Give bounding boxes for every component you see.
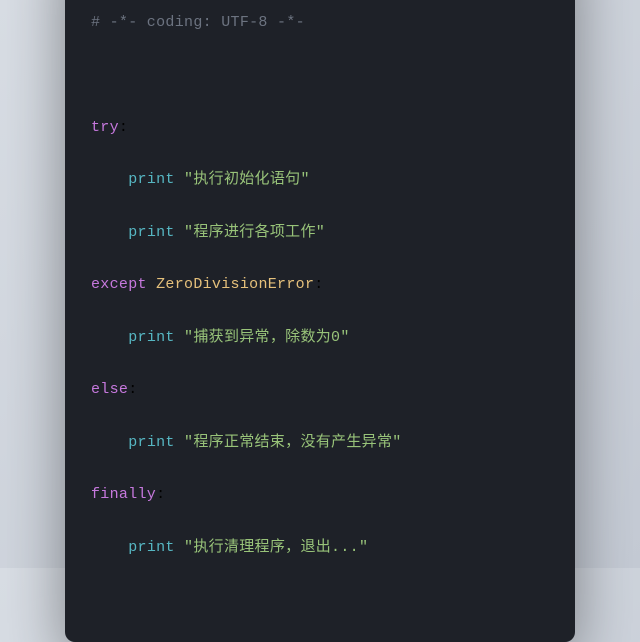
string-init: "执行初始化语句"	[184, 171, 310, 188]
indent	[91, 224, 128, 241]
code-line-try: try:	[91, 115, 549, 141]
code-line-print-cleanup: print "执行清理程序，退出..."	[91, 535, 549, 561]
colon: :	[156, 486, 165, 503]
code-line-comment: # -*- coding: UTF-8 -*-	[91, 10, 549, 36]
space	[175, 539, 184, 556]
comment-text: # -*- coding: UTF-8 -*-	[91, 14, 305, 31]
string-cleanup: "执行清理程序，退出..."	[184, 539, 368, 556]
indent	[91, 329, 128, 346]
string-normal: "程序正常结束，没有产生异常"	[184, 434, 402, 451]
code-line-print-work: print "程序进行各项工作"	[91, 220, 549, 246]
space	[175, 434, 184, 451]
string-catch: "捕获到异常，除数为0"	[184, 329, 350, 346]
code-line-print-init: print "执行初始化语句"	[91, 167, 549, 193]
code-line-print-catch: print "捕获到异常，除数为0"	[91, 325, 549, 351]
keyword-try: try	[91, 119, 119, 136]
code-area: # -*- coding: UTF-8 -*- try: print "执行初始…	[65, 0, 575, 614]
colon: :	[314, 276, 323, 293]
space	[175, 224, 184, 241]
builtin-print: print	[128, 329, 175, 346]
blank-line	[91, 62, 549, 88]
code-line-else: else:	[91, 377, 549, 403]
space	[147, 276, 156, 293]
indent	[91, 434, 128, 451]
space	[175, 329, 184, 346]
code-window: # -*- coding: UTF-8 -*- try: print "执行初始…	[65, 0, 575, 642]
code-line-finally: finally:	[91, 482, 549, 508]
colon: :	[128, 381, 137, 398]
indent	[91, 539, 128, 556]
indent	[91, 171, 128, 188]
colon: :	[119, 119, 128, 136]
string-work: "程序进行各项工作"	[184, 224, 325, 241]
keyword-else: else	[91, 381, 128, 398]
exception-class: ZeroDivisionError	[156, 276, 314, 293]
builtin-print: print	[128, 434, 175, 451]
code-line-print-normal: print "程序正常结束，没有产生异常"	[91, 430, 549, 456]
builtin-print: print	[128, 539, 175, 556]
space	[175, 171, 184, 188]
code-line-except: except ZeroDivisionError:	[91, 272, 549, 298]
builtin-print: print	[128, 171, 175, 188]
keyword-finally: finally	[91, 486, 156, 503]
builtin-print: print	[128, 224, 175, 241]
keyword-except: except	[91, 276, 147, 293]
